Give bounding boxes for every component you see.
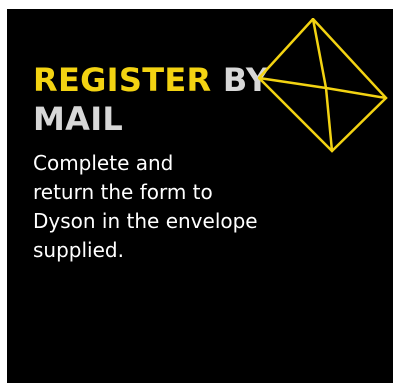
body-line-1: Complete and bbox=[33, 151, 174, 175]
panel-heading: REGISTER BY MAIL bbox=[33, 61, 273, 139]
body-line-2: return the form to bbox=[33, 180, 213, 204]
body-line-3: Dyson in the envelope bbox=[33, 209, 258, 233]
envelope-icon bbox=[258, 18, 388, 153]
body-line-4: supplied. bbox=[33, 238, 124, 262]
heading-accent-word: REGISTER bbox=[33, 61, 212, 99]
heading-rest-line2: MAIL bbox=[33, 100, 124, 138]
panel-body-text: Complete and return the form to Dyson in t… bbox=[33, 149, 303, 265]
